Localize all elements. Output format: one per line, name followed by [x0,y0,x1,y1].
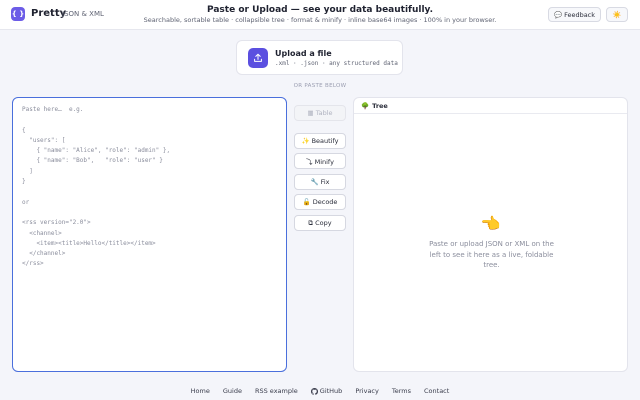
tree-title: Tree [372,101,388,110]
tree-empty-message: Paste or upload JSON or XML on the left … [429,240,554,269]
footer-link-privacy[interactable]: Privacy [355,387,379,395]
footer-link-guide[interactable]: Guide [223,387,242,395]
minify-button[interactable]: ⤵ Minify [294,153,346,169]
footer-link-home[interactable]: Home [191,387,210,395]
fix-button[interactable]: 🔧 Fix [294,174,346,190]
feedback-label: Feedback [564,10,596,19]
upload-title: Upload a file [275,49,332,58]
chat-bubble-icon: 💬 [553,10,563,19]
paste-divider-label: OR PASTE BELOW [293,83,347,89]
copy-button[interactable]: ⧉ Copy [294,215,346,231]
sun-icon: ☀️ [612,10,622,19]
footer-link-contact[interactable]: Contact [424,387,449,395]
tree-icon: 🌳 [361,101,370,110]
beautify-button[interactable]: ✨ Beautify [294,133,346,149]
theme-toggle-button[interactable]: ☀️ [606,7,628,22]
footer-link-github-label: GitHub [319,387,343,395]
page-title: Paste or Upload — see your data beautifu… [207,5,433,15]
upload-file-card[interactable]: Upload a file .xml · .json · any structu… [236,40,403,75]
top-header: { } Pretty JSON & XML Paste or Upload — … [0,0,640,30]
tree-header: 🌳 Tree [354,98,627,114]
footer-link-rss-example[interactable]: RSS example [255,387,298,395]
tree-panel: 🌳 Tree 👈 Paste or upload JSON or XML on … [353,97,628,372]
upload-subtitle: .xml · .json · any structured data [275,60,398,67]
pointing-left-icon: 👈 [480,214,501,233]
feedback-button[interactable]: 💬 Feedback [548,7,601,22]
page-subtitle: Searchable, sortable table · collapsible… [143,16,497,24]
footer-nav: Home Guide RSS example GitHub Privacy Te… [0,382,640,400]
upload-icon [248,48,268,68]
table-button[interactable]: ▦ Table [294,105,346,121]
input-editor[interactable]: Paste here… e.g. { "users": [ { "name": … [12,97,287,372]
footer-link-terms[interactable]: Terms [392,387,411,395]
decode-button[interactable]: 🔓 Decode [294,194,346,210]
github-icon [310,387,318,395]
footer-link-github[interactable]: GitHub [310,387,343,395]
